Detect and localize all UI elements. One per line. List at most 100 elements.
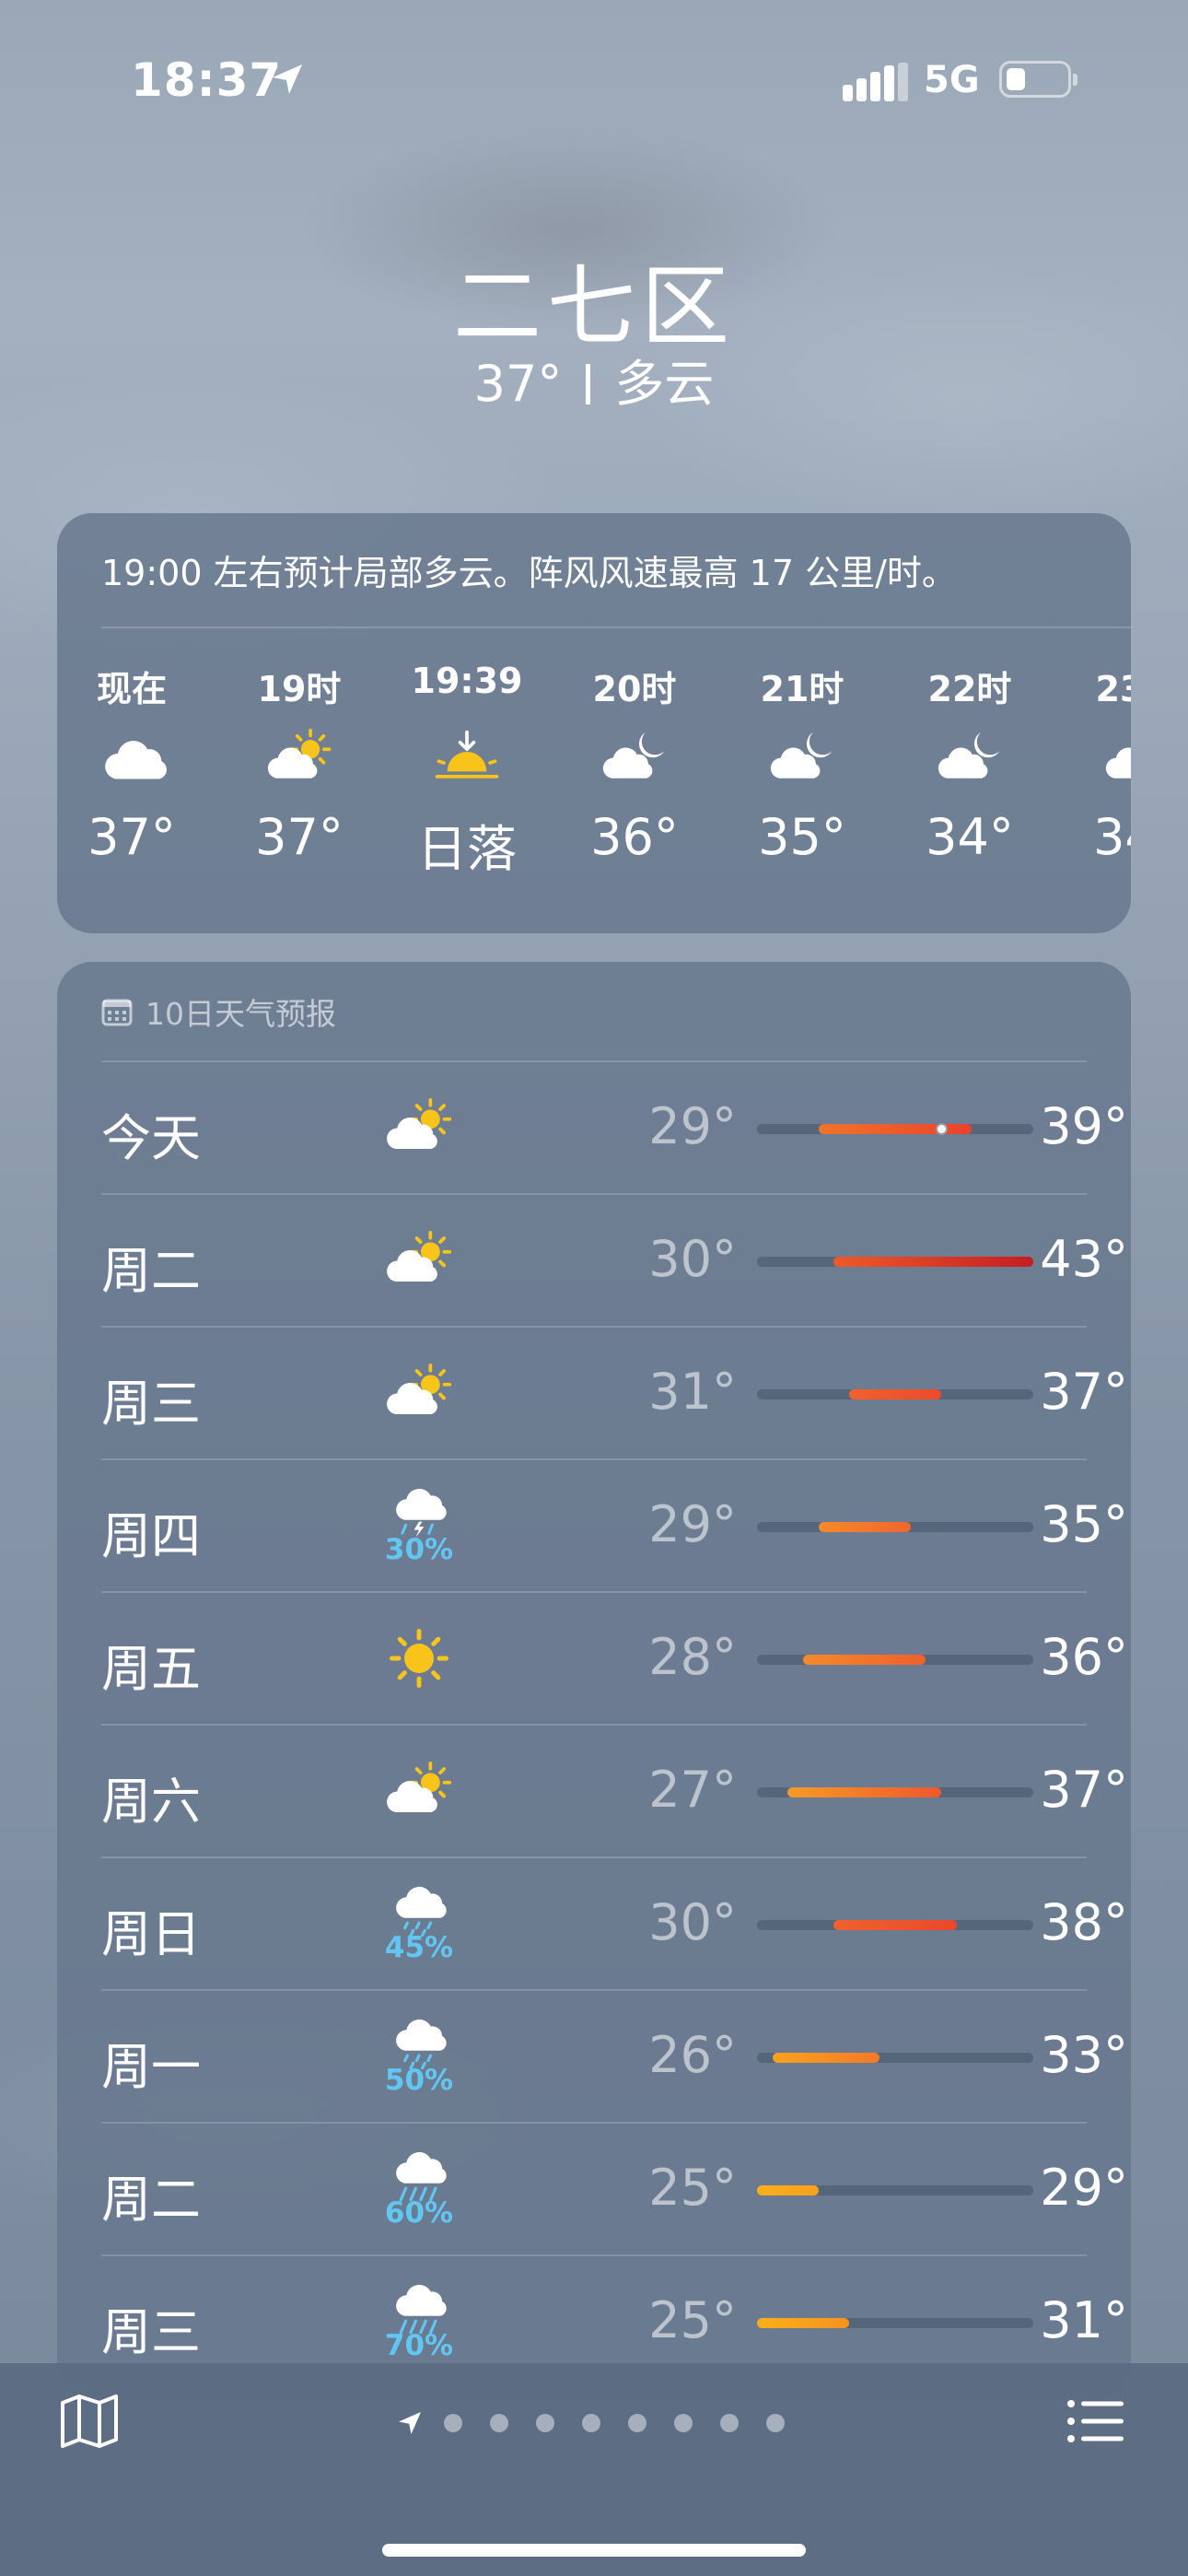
temp-range-bar [757, 2318, 1033, 2328]
hourly-item: 19:39 日落 [398, 661, 536, 881]
low-temp: 30° [648, 1893, 737, 1951]
row-divider [101, 2122, 1087, 2124]
bottom-toolbar [0, 2363, 1188, 2576]
precip-chance: 60% [384, 2195, 454, 2230]
temp-range-fill [849, 1389, 941, 1399]
high-temp: 31° [1040, 2291, 1128, 2349]
home-indicator[interactable] [382, 2544, 806, 2557]
partly-sunny-icon [368, 1740, 470, 1842]
page-dot[interactable] [628, 2414, 646, 2432]
page-dot[interactable] [766, 2414, 785, 2432]
page-dot[interactable] [582, 2414, 600, 2432]
page-dot[interactable] [490, 2414, 508, 2432]
rain-icon: 45% [368, 1873, 470, 1974]
daily-row[interactable]: 周日 45% 30° 38° [101, 1856, 1131, 1989]
daily-row[interactable]: 周五 28° 36° [101, 1591, 1131, 1724]
daily-row[interactable]: 周一 50% 26° 33° [101, 1989, 1131, 2122]
hourly-temp: 日落 [417, 820, 517, 878]
temp-range-bar [757, 1522, 1033, 1532]
cloud-moon-icon [901, 707, 1039, 808]
precip-chance: 50% [384, 2063, 454, 2097]
temp-range-bar [757, 1257, 1033, 1267]
hourly-item: 22时 34° [901, 661, 1039, 866]
high-temp: 39° [1040, 1097, 1128, 1155]
daily-row[interactable]: 今天 29° 39° [101, 1060, 1131, 1193]
day-label: 周四 [101, 1507, 201, 1565]
cloud-moon-icon [733, 707, 871, 808]
temp-range-fill [772, 2053, 880, 2063]
row-divider [101, 1724, 1087, 1726]
location-page-icon[interactable] [396, 2409, 424, 2437]
hourly-time: 21时 [760, 669, 844, 709]
temp-range-bar [757, 2185, 1033, 2195]
high-temp: 38° [1040, 1893, 1128, 1951]
daily-row[interactable]: 周三 31° 37° [101, 1326, 1131, 1458]
page-dot[interactable] [720, 2414, 739, 2432]
daily-row[interactable]: 周六 27° 37° [101, 1724, 1131, 1856]
day-label: 周三 [101, 1375, 201, 1433]
hourly-time: 现在 [96, 669, 167, 709]
page-dot[interactable] [444, 2414, 462, 2432]
heavy-rain-icon: 60% [368, 2138, 470, 2240]
partly-sunny-icon [368, 1210, 470, 1311]
low-temp: 25° [648, 2159, 737, 2217]
temp-range-bar [757, 1920, 1033, 1930]
day-label: 今天 [101, 1109, 201, 1167]
day-label: 周二 [101, 1242, 201, 1300]
day-label: 周三 [101, 2303, 201, 2361]
current-temperature: 37° [473, 355, 563, 413]
battery-icon [999, 61, 1077, 98]
hourly-time: 23时 [1095, 669, 1131, 709]
page-dot[interactable] [536, 2414, 554, 2432]
thunderstorm-icon: 30% [368, 1475, 470, 1576]
low-temp: 25° [648, 2291, 737, 2349]
row-divider [101, 1458, 1087, 1460]
map-icon[interactable] [57, 2388, 122, 2453]
hourly-temp: 37° [87, 808, 176, 866]
daily-row[interactable]: 周二 60% 25° 29° [101, 2122, 1131, 2254]
ten-day-forecast-card[interactable]: 10日天气预报 今天 29° 39° 周二 30° 43° 周三 31° 37°… [57, 962, 1131, 2399]
low-temp: 29° [648, 1495, 737, 1553]
page-dot[interactable] [674, 2414, 693, 2432]
temp-range-bar [757, 1123, 1033, 1135]
precip-chance: 30% [384, 1532, 454, 1566]
signal-icon [843, 63, 908, 101]
hourly-temp: 36° [590, 808, 679, 866]
temp-range-fill [757, 2318, 849, 2328]
low-temp: 28° [648, 1628, 737, 1686]
page-indicator[interactable] [396, 2409, 812, 2437]
row-divider [101, 2254, 1087, 2256]
current-conditions: 37° 多云 [0, 343, 1188, 416]
ten-day-header: 10日天气预报 [101, 989, 336, 1034]
low-temp: 26° [648, 2026, 737, 2084]
precip-chance: 70% [384, 2328, 454, 2362]
cloud-moon-icon [565, 707, 704, 808]
daily-row[interactable]: 周二 30° 43° [101, 1193, 1131, 1326]
temp-range-fill [818, 1522, 911, 1532]
cloud-icon [63, 707, 201, 808]
current-temp-dot [936, 1123, 948, 1135]
sun-icon [368, 1608, 470, 1709]
daily-row[interactable]: 周四 30% 29° 35° [101, 1458, 1131, 1591]
separator [586, 364, 591, 404]
day-label: 周二 [101, 2171, 201, 2229]
partly-sunny-icon [368, 1342, 470, 1444]
partly-sunny-icon [368, 1077, 470, 1178]
status-bar: 18:37 5G [0, 0, 1188, 166]
day-label: 周五 [101, 1640, 201, 1698]
hourly-time: 22时 [927, 669, 1012, 709]
hourly-forecast-card[interactable]: 19:00 左右预计局部多云。阵风风速最高 17 公里/时。 现在 37° 19时… [57, 513, 1131, 933]
status-time: 18:37 [131, 53, 283, 107]
precip-chance: 45% [384, 1930, 454, 1964]
temp-range-fill [787, 1787, 941, 1797]
calendar-icon [101, 999, 133, 1026]
list-icon[interactable] [1066, 2398, 1125, 2444]
low-temp: 30° [648, 1230, 737, 1288]
hourly-summary: 19:00 左右预计局部多云。阵风风速最高 17 公里/时。 [101, 553, 957, 593]
high-temp: 43° [1040, 1230, 1128, 1288]
hourly-temp: 34° [926, 808, 1014, 866]
day-label: 周日 [101, 1905, 201, 1963]
temp-range-bar [757, 1787, 1033, 1797]
high-temp: 33° [1040, 2026, 1128, 2084]
rain-icon: 50% [368, 2006, 470, 2107]
